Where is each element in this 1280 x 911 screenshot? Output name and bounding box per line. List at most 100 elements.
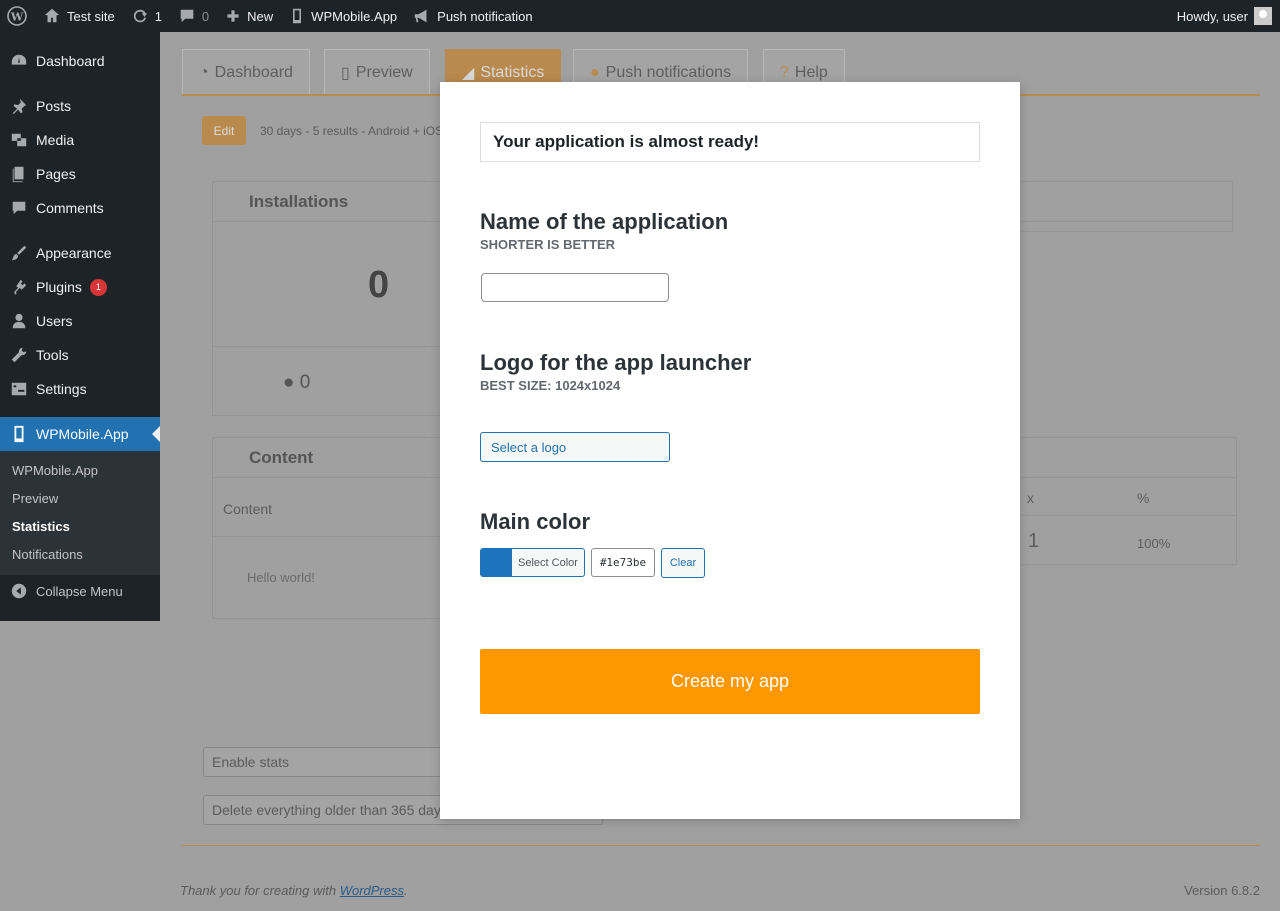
menu-label: Media <box>36 132 75 148</box>
dashboard-icon <box>11 54 27 65</box>
submenu-item-statistics[interactable]: Statistics <box>12 519 70 534</box>
color-swatch <box>481 549 512 576</box>
phone-icon: ▯ <box>341 64 350 82</box>
menu-item-settings[interactable]: Settings <box>0 372 160 406</box>
content-title: Content <box>213 438 461 478</box>
phone-icon <box>14 425 24 443</box>
menu-item-tools[interactable]: Tools <box>0 338 160 372</box>
menu-label: Plugins <box>36 279 82 295</box>
footer-thanks-text: Thank you for creating with <box>180 883 340 898</box>
home-icon <box>44 8 60 23</box>
collapse-menu-button[interactable]: Collapse Menu <box>0 574 160 608</box>
submenu-item-preview[interactable]: Preview <box>12 491 58 506</box>
menu-item-pages[interactable]: Pages <box>0 157 160 191</box>
menu-item-plugins[interactable]: Plugins 1 <box>0 270 160 304</box>
tab-dashboard[interactable]: ◔ Dashboard <box>182 49 310 95</box>
push-notification-link[interactable]: Push notification <box>405 0 540 32</box>
updates-link[interactable]: 1 <box>123 0 170 32</box>
collapse-label: Collapse Menu <box>36 583 123 599</box>
select-logo-button[interactable]: Select a logo <box>480 432 670 462</box>
menu-item-media[interactable]: Media <box>0 123 160 157</box>
dashboard-icon: ◔ <box>199 63 209 81</box>
select-color-button[interactable]: Select Color <box>480 548 585 577</box>
megaphone-icon <box>414 9 427 23</box>
installations-body: 0 ● 0 <box>212 222 443 416</box>
comment-icon <box>12 201 26 215</box>
setup-modal: Your application is almost ready! Name o… <box>440 82 1020 819</box>
app-name-input[interactable] <box>481 273 669 302</box>
tab-preview[interactable]: ▯ Preview <box>324 49 430 95</box>
plugins-update-badge: 1 <box>89 278 107 296</box>
footer-divider <box>182 845 1260 846</box>
collapse-icon <box>11 583 27 599</box>
comments-link[interactable]: 0 <box>170 0 217 32</box>
site-name: Test site <box>67 8 115 24</box>
create-app-button[interactable]: Create my app <box>480 649 980 714</box>
ios-count-value: 0 <box>299 372 311 393</box>
content-row-title[interactable]: Hello world! <box>247 570 315 585</box>
menu-item-users[interactable]: Users <box>0 304 160 338</box>
comments-count: 0 <box>201 8 210 24</box>
new-content-link[interactable]: New <box>217 0 281 32</box>
footer-thanks-suffix: . <box>404 883 408 898</box>
select-color-label: Select Color <box>518 556 578 569</box>
site-name-link[interactable]: Test site <box>35 0 123 32</box>
menu-item-comments[interactable]: Comments <box>0 191 160 225</box>
media-icon <box>11 133 27 147</box>
divider <box>213 346 443 347</box>
clear-color-button[interactable]: Clear <box>661 548 705 578</box>
menu-item-appearance[interactable]: Appearance <box>0 236 160 270</box>
menu-item-wpmobile[interactable]: WPMobile.App <box>0 417 160 451</box>
filter-summary: 30 days - 5 results - Android + iOS <box>260 124 444 138</box>
avatar <box>1254 7 1272 25</box>
menu-label: Tools <box>36 347 69 363</box>
pin-icon <box>12 98 27 115</box>
menu-label: Settings <box>36 381 87 397</box>
admin-bar: W Test site 1 0 New WPMobile.App Push no… <box>0 0 1280 32</box>
wordpress-icon: W <box>7 6 27 26</box>
plug-icon <box>14 279 27 295</box>
wordpress-link[interactable]: WordPress <box>340 883 404 898</box>
content-title-text: Content <box>249 447 314 467</box>
almost-ready-notice: Your application is almost ready! <box>480 122 980 162</box>
current-menu-arrow <box>152 426 160 442</box>
pages-icon <box>12 166 24 183</box>
sidebar-backdrop <box>0 621 160 911</box>
footer-version: Version 6.8.2 <box>1184 883 1260 898</box>
push-label: Push notification <box>437 8 533 24</box>
menu-label: Dashboard <box>36 53 105 69</box>
row-percent-value: 100% <box>1137 536 1171 551</box>
menu-label: Comments <box>36 200 104 216</box>
logo-heading: Logo for the app launcher <box>480 350 752 375</box>
menu-item-posts[interactable]: Posts <box>0 89 160 123</box>
wpmobile-link[interactable]: WPMobile.App <box>281 0 405 32</box>
apple-icon: ● <box>283 372 295 393</box>
brush-icon <box>11 245 27 261</box>
menu-item-dashboard[interactable]: Dashboard <box>0 44 160 78</box>
main-color-heading: Main color <box>480 509 591 534</box>
wordpress-logo[interactable]: W <box>0 0 35 32</box>
tab-label: Help <box>794 63 828 81</box>
footer-thanks: Thank you for creating with WordPress. <box>180 883 408 898</box>
chart-icon: ◢ <box>462 64 475 82</box>
edit-filter-button[interactable]: Edit <box>202 116 246 145</box>
phone-icon <box>293 8 302 24</box>
my-account[interactable]: Howdy, user <box>1169 0 1280 32</box>
content-panel: Content Content Hello world! <box>212 437 462 619</box>
admin-sidebar: Dashboard Posts Media Pages Comments App… <box>0 32 160 621</box>
content-header-row: Content <box>213 482 461 537</box>
user-icon <box>12 313 26 329</box>
content-column-header: Content <box>223 501 273 517</box>
updates-icon <box>133 9 147 23</box>
row-x-value: 1 <box>1028 530 1040 552</box>
tab-label: Statistics <box>480 63 545 81</box>
app-name-heading: Name of the application <box>480 209 729 234</box>
color-hex-input[interactable]: #1e73be <box>591 548 655 577</box>
menu-label: WPMobile.App <box>36 426 129 442</box>
tab-label: Preview <box>355 63 413 81</box>
submenu-item-notifications[interactable]: Notifications <box>12 547 83 562</box>
installations-title-text: Installations <box>249 191 349 211</box>
new-label: New <box>247 8 274 24</box>
help-icon: ? <box>780 63 789 81</box>
submenu-item-wpmobile[interactable]: WPMobile.App <box>12 463 98 478</box>
